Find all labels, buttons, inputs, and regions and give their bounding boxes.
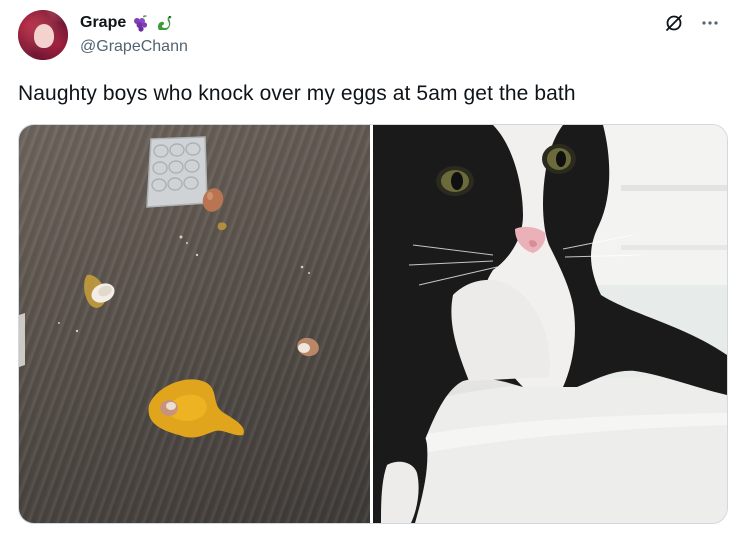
name-row: Grape: [80, 13, 174, 33]
dragon-emoji-icon: [154, 13, 174, 33]
photo-wet-cat[interactable]: [373, 125, 727, 523]
avatar-face: [34, 24, 54, 48]
display-name[interactable]: Grape: [80, 14, 126, 32]
more-icon[interactable]: [699, 12, 721, 34]
user-handle[interactable]: @GrapeChann: [80, 38, 188, 56]
cat-scene: [373, 125, 727, 523]
grapes-emoji-icon: [130, 13, 150, 33]
egg-carton: [146, 136, 208, 208]
tweet-actions-top: [663, 12, 721, 34]
photo-broken-eggs[interactable]: [19, 125, 370, 523]
media-grid: [18, 124, 728, 524]
tweet-card: Grape @GrapeChann Naughty boys who knock…: [0, 0, 743, 546]
avatar[interactable]: [18, 10, 68, 60]
grok-icon[interactable]: [663, 12, 685, 34]
tweet-text: Naughty boys who knock over my eggs at 5…: [18, 82, 576, 105]
floor-scene: [19, 136, 319, 438]
